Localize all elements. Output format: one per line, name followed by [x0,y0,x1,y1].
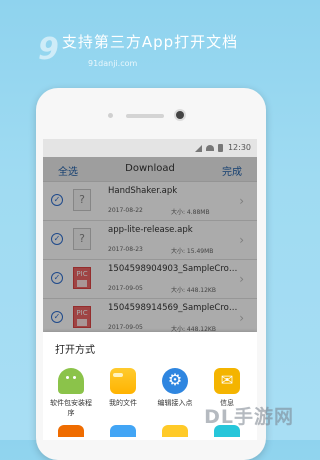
phone-sensor [108,113,113,118]
sheet-title: 打开方式 [55,345,95,356]
android-icon [58,368,84,394]
app-label: 编辑接入点 [157,399,193,407]
site-logo: 9 91danji.com [38,32,138,75]
modal-overlay[interactable] [43,157,257,348]
phone-screen: 12:30 全选 Download 完成 ✓ ? HandShaker.apk … [43,139,257,440]
folder-icon [110,368,136,394]
battery-icon [218,144,223,152]
status-icons [195,144,223,152]
watermark: DL手游网 [204,406,294,428]
app-label: 我的文件 [109,399,137,407]
logo-mark: 9 [38,32,59,67]
status-time: 12:30 [227,143,251,152]
app-icon-partial[interactable] [58,425,84,437]
signal-icon [195,144,202,152]
app-edit-access-point[interactable]: 编辑接入点 [151,368,199,408]
logo-url: 91danji.com [88,59,138,68]
app-my-files[interactable]: 我的文件 [99,368,147,408]
phone-camera [176,111,184,119]
wifi-icon [206,145,214,151]
phone-earpiece [126,114,164,118]
status-bar: 12:30 [43,139,257,157]
app-icon-partial[interactable] [110,425,136,437]
gear-icon [162,368,188,394]
app-icon-partial[interactable] [162,425,188,437]
app-package-installer[interactable]: 软件包安装程序 [47,368,95,418]
app-label: 软件包安装程序 [50,399,92,417]
mail-icon [214,368,240,394]
